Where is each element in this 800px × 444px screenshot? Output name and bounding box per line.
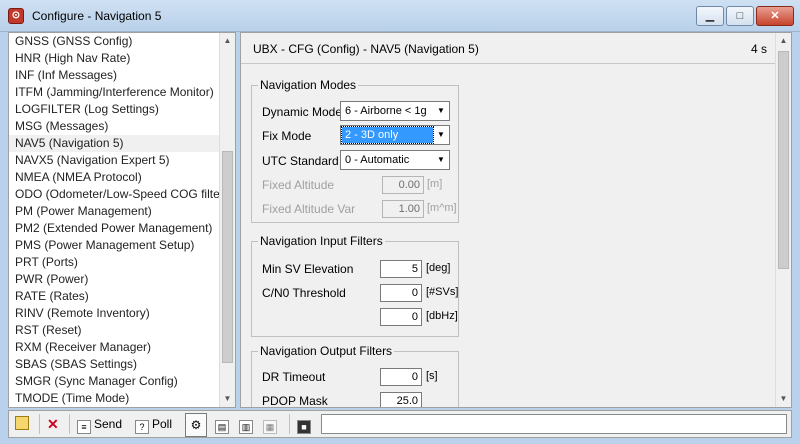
dynamic-model-select[interactable]: 6 - Airborne < 1g ▼ xyxy=(340,101,450,121)
min-sv-elevation-field[interactable]: 5 xyxy=(380,260,422,278)
wand-icon: ⚙ xyxy=(190,418,202,432)
list-item[interactable]: PM2 (Extended Power Management) xyxy=(9,220,221,237)
min-sv-elevation-label: Min SV Elevation xyxy=(262,262,354,276)
list-item[interactable]: RST (Reset) xyxy=(9,322,221,339)
dr-timeout-unit: [s] xyxy=(426,370,438,382)
settings-panel: UBX - CFG (Config) - NAV5 (Navigation 5)… xyxy=(240,32,792,408)
device-button[interactable]: ■ xyxy=(297,413,314,435)
list-item[interactable]: GNSS (GNSS Config) xyxy=(9,33,221,50)
scroll-down-arrow-icon[interactable]: ▼ xyxy=(776,391,791,407)
list-item[interactable]: MSG (Messages) xyxy=(9,118,221,135)
lock-button[interactable] xyxy=(15,413,32,435)
list-item[interactable]: ITFM (Jamming/Interference Monitor) xyxy=(9,84,221,101)
save-icon: ▥ xyxy=(239,420,253,434)
bottom-toolbar: ✕ ≡ Send ? Poll ⚙ ▤ ▥ ▦ ■ xyxy=(8,410,792,438)
list-item[interactable]: LOGFILTER (Log Settings) xyxy=(9,101,221,118)
dr-timeout-field[interactable]: 0 xyxy=(380,368,422,386)
device-icon: ■ xyxy=(297,420,311,434)
cno-threshold-dbhz-field[interactable]: 0 xyxy=(380,308,422,326)
window-title: Configure - Navigation 5 xyxy=(32,9,162,23)
group-title: Navigation Output Filters xyxy=(258,344,395,358)
load-icon: ▤ xyxy=(215,420,229,434)
scroll-thumb[interactable] xyxy=(778,51,789,269)
fixed-altitude-field[interactable]: 0.00 xyxy=(382,176,424,194)
app-icon[interactable]: ⊙ xyxy=(8,8,24,24)
pdop-mask-field[interactable]: 25.0 xyxy=(380,392,422,407)
cno-threshold-svs-unit: [#SVs] xyxy=(426,286,459,298)
scroll-up-arrow-icon[interactable]: ▲ xyxy=(220,33,235,49)
list-item[interactable]: PWR (Power) xyxy=(9,271,221,288)
fixed-altitude-var-label: Fixed Altitude Var xyxy=(262,202,356,216)
fixed-altitude-var-unit: [m^m] xyxy=(427,202,457,214)
list-item[interactable]: PMS (Power Management Setup) xyxy=(9,237,221,254)
fixed-altitude-label: Fixed Altitude xyxy=(262,178,335,192)
scroll-up-arrow-icon[interactable]: ▲ xyxy=(776,33,791,49)
send-button[interactable]: ≡ Send xyxy=(77,413,122,435)
maximize-button[interactable]: □ xyxy=(726,6,754,26)
chevron-down-icon: ▼ xyxy=(437,155,445,164)
fixed-altitude-unit: [m] xyxy=(427,178,443,190)
fixed-altitude-var-field[interactable]: 1.00 xyxy=(382,200,424,218)
fix-mode-select[interactable]: 2 - 3D only ▼ xyxy=(340,125,450,145)
poll-icon: ? xyxy=(135,420,149,434)
list-item[interactable]: TMODE (Time Mode) xyxy=(9,390,221,407)
dynamic-model-label: Dynamic Model xyxy=(262,105,345,119)
panel-header: UBX - CFG (Config) - NAV5 (Navigation 5)… xyxy=(241,33,775,64)
utc-standard-label: UTC Standard xyxy=(262,154,339,168)
poll-button[interactable]: ? Poll xyxy=(135,413,172,435)
revert-button[interactable]: ✕ xyxy=(47,413,59,435)
list-item[interactable]: ODO (Odometer/Low-Speed COG filter) xyxy=(9,186,228,203)
auto-poll-toggle[interactable]: ⚙ xyxy=(185,413,207,437)
list-item[interactable]: SMGR (Sync Manager Config) xyxy=(9,373,221,390)
chevron-down-icon: ▼ xyxy=(437,106,445,115)
minimize-button[interactable]: ▁ xyxy=(696,6,724,26)
config-message-list[interactable]: GNSS (GNSS Config) HNR (High Nav Rate) INF… xyxy=(8,32,236,408)
list-item[interactable]: NAV5 (Navigation 5) xyxy=(9,135,221,152)
cno-threshold-label: C/N0 Threshold xyxy=(262,286,346,300)
panel-title: UBX - CFG (Config) - NAV5 (Navigation 5) xyxy=(253,42,479,56)
list-item[interactable]: RATE (Rates) xyxy=(9,288,221,305)
cno-threshold-dbhz-unit: [dbHz] xyxy=(426,310,458,322)
toolbar-separator xyxy=(39,414,40,434)
list-scrollbar[interactable]: ▲ ▼ xyxy=(219,33,235,407)
toolbar-separator xyxy=(289,414,290,434)
list-item[interactable]: HNR (High Nav Rate) xyxy=(9,50,221,67)
scroll-down-arrow-icon[interactable]: ▼ xyxy=(220,391,235,407)
compare-button[interactable]: ▦ xyxy=(263,413,280,435)
fix-mode-label: Fix Mode xyxy=(262,129,312,143)
list-item[interactable]: PRT (Ports) xyxy=(9,254,221,271)
lock-icon xyxy=(15,416,29,430)
list-item[interactable]: SBAS (SBAS Settings) xyxy=(9,356,221,373)
message-list: GNSS (GNSS Config) HNR (High Nav Rate) INF… xyxy=(9,33,228,407)
dr-timeout-label: DR Timeout xyxy=(262,370,326,384)
list-item[interactable]: RXM (Receiver Manager) xyxy=(9,339,221,356)
close-button[interactable]: ✕ xyxy=(756,6,794,26)
save-button[interactable]: ▥ xyxy=(239,413,256,435)
red-x-icon: ✕ xyxy=(47,416,59,432)
chevron-down-icon: ▼ xyxy=(437,130,445,139)
send-icon: ≡ xyxy=(77,420,91,434)
list-item[interactable]: NMEA (NMEA Protocol) xyxy=(9,169,221,186)
cno-threshold-svs-field[interactable]: 0 xyxy=(380,284,422,302)
navigation-modes-group: Navigation Modes Dynamic Model 6 - Airbo… xyxy=(251,78,459,223)
group-title: Navigation Modes xyxy=(258,78,359,92)
poll-rate: 4 s xyxy=(750,42,767,56)
toolbar-separator xyxy=(69,414,70,434)
settings-scrollbar[interactable]: ▲ ▼ xyxy=(775,33,791,407)
compare-icon: ▦ xyxy=(263,420,277,434)
scroll-thumb[interactable] xyxy=(222,151,233,363)
list-item[interactable]: PM (Power Management) xyxy=(9,203,221,220)
utc-standard-select[interactable]: 0 - Automatic ▼ xyxy=(340,150,450,170)
status-field xyxy=(321,414,787,434)
list-item[interactable]: INF (Inf Messages) xyxy=(9,67,221,84)
min-sv-elevation-unit: [deg] xyxy=(426,262,451,274)
navigation-output-filters-group: Navigation Output Filters DR Timeout 0 [… xyxy=(251,344,459,408)
group-title: Navigation Input Filters xyxy=(258,234,385,248)
list-item[interactable]: NAVX5 (Navigation Expert 5) xyxy=(9,152,221,169)
navigation-input-filters-group: Navigation Input Filters Min SV Elevatio… xyxy=(251,234,459,337)
load-button[interactable]: ▤ xyxy=(215,413,232,435)
list-item[interactable]: RINV (Remote Inventory) xyxy=(9,305,221,322)
title-bar: ⊙ Configure - Navigation 5 ▁ □ ✕ xyxy=(0,0,800,32)
pdop-mask-label: PDOP Mask xyxy=(262,394,328,408)
